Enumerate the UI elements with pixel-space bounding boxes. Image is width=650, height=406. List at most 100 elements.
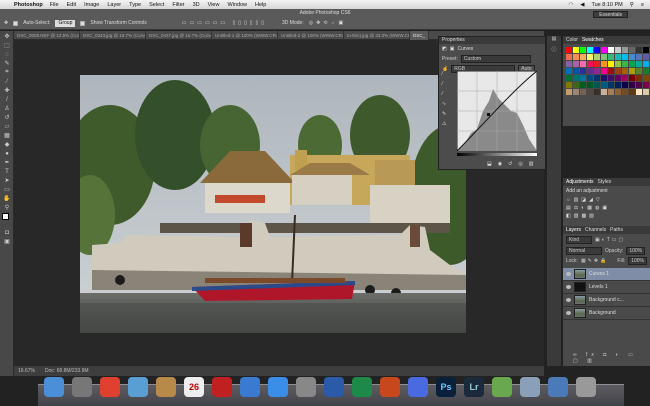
swatch-color[interactable]: [580, 47, 586, 53]
layer-visibility-icon[interactable]: [566, 298, 571, 302]
chrome-icon[interactable]: [100, 377, 120, 397]
swatch-color[interactable]: [615, 89, 621, 95]
curve-point-icon[interactable]: ∿: [442, 101, 446, 107]
help-icon[interactable]: [408, 377, 428, 397]
layer-visibility-icon[interactable]: [566, 272, 571, 276]
swatch-color[interactable]: [580, 75, 586, 81]
visibility-icon[interactable]: ◎: [518, 161, 522, 167]
menu-view[interactable]: View: [208, 2, 220, 8]
tab-document-5[interactable]: Untitled-2 @ 100% (WWW.CRAFT...: [278, 31, 344, 40]
swatch-color[interactable]: [601, 47, 607, 53]
view-previous-icon[interactable]: ◉: [498, 161, 502, 167]
swatch-color[interactable]: [573, 47, 579, 53]
path-select-icon[interactable]: ➤: [3, 177, 11, 184]
blur-tool-icon[interactable]: ◆: [3, 141, 11, 148]
swatch-color[interactable]: [643, 47, 649, 53]
layer-row[interactable]: Curves 1: [563, 268, 650, 281]
layer-name[interactable]: Background c...: [589, 297, 624, 303]
swatch-color[interactable]: [622, 75, 628, 81]
histogram-warning-icon[interactable]: ⚠: [442, 121, 446, 127]
swatch-color[interactable]: [615, 54, 621, 60]
swatch-color[interactable]: [615, 68, 621, 74]
marquee-tool-icon[interactable]: ⬚: [3, 42, 11, 49]
tab-paths[interactable]: Paths: [610, 226, 623, 234]
itunes-icon[interactable]: [240, 377, 260, 397]
swatch-color[interactable]: [580, 68, 586, 74]
search-icon[interactable]: ⚲: [630, 2, 634, 8]
swatch-color[interactable]: [587, 75, 593, 81]
layer-row[interactable]: Background: [563, 307, 650, 320]
app-store-icon[interactable]: [268, 377, 288, 397]
swatch-color[interactable]: [629, 89, 635, 95]
menu-file[interactable]: File: [50, 2, 59, 8]
swatch-color[interactable]: [636, 54, 642, 60]
swatch-color[interactable]: [573, 61, 579, 67]
swatch-color[interactable]: [643, 54, 649, 60]
finder-icon[interactable]: [44, 377, 64, 397]
curve-pencil-icon[interactable]: ✎: [442, 111, 446, 117]
eyedropper-white-icon[interactable]: ⁄: [442, 91, 446, 97]
wifi-icon[interactable]: ◠: [568, 2, 573, 8]
mask-icon[interactable]: ▣: [450, 46, 455, 52]
type-tool-icon[interactable]: T: [3, 168, 11, 175]
menu-help[interactable]: Help: [255, 2, 266, 8]
swatch-color[interactable]: [636, 75, 642, 81]
swatch-color[interactable]: [566, 54, 572, 60]
swatch-color[interactable]: [629, 61, 635, 67]
tab-document-6[interactable]: to-thin).jpg @ 33.3% (WWW.CRAFT...: [344, 31, 410, 40]
menu-app-name[interactable]: Photoshop: [14, 2, 43, 8]
layer-row[interactable]: Background c...: [563, 294, 650, 307]
swatch-color[interactable]: [566, 47, 572, 53]
tab-swatches[interactable]: Swatches: [582, 36, 604, 44]
swatch-color[interactable]: [629, 47, 635, 53]
swatch-color[interactable]: [643, 82, 649, 88]
swatch-color[interactable]: [608, 54, 614, 60]
new-layer-icon[interactable]: ▢: [573, 358, 582, 364]
history-brush-icon[interactable]: ↺: [3, 114, 11, 121]
lock-icons[interactable]: ▦✎✥🔒: [581, 258, 608, 264]
swatch-color[interactable]: [594, 82, 600, 88]
evernote-icon[interactable]: [492, 377, 512, 397]
swatch-color[interactable]: [566, 61, 572, 67]
document-image[interactable]: [80, 75, 466, 333]
calendar-icon[interactable]: 26: [184, 377, 204, 397]
clone-stamp-icon[interactable]: ♙: [3, 105, 11, 112]
swatch-color[interactable]: [636, 82, 642, 88]
swatch-color[interactable]: [580, 61, 586, 67]
photo-booth-icon[interactable]: [212, 377, 232, 397]
swatch-color[interactable]: [622, 54, 628, 60]
menu-filter[interactable]: Filter: [172, 2, 184, 8]
swatch-color[interactable]: [615, 61, 621, 67]
blend-mode-dropdown[interactable]: Normal: [566, 247, 602, 255]
swatch-color[interactable]: [566, 89, 572, 95]
new-adjustment-icon[interactable]: ◐: [616, 352, 623, 358]
swatch-color[interactable]: [566, 82, 572, 88]
eyedropper-gray-icon[interactable]: ⁄: [442, 81, 446, 87]
swatch-color[interactable]: [587, 61, 593, 67]
eyedropper-black-icon[interactable]: ⁄: [442, 71, 446, 77]
swatch-color[interactable]: [601, 68, 607, 74]
swatch-color[interactable]: [636, 68, 642, 74]
launchpad-icon[interactable]: [72, 377, 92, 397]
tab-styles[interactable]: Styles: [598, 178, 612, 186]
layer-name[interactable]: Levels 1: [589, 284, 608, 290]
swatch-color[interactable]: [587, 54, 593, 60]
mail-icon[interactable]: [128, 377, 148, 397]
dodge-tool-icon[interactable]: ●: [3, 150, 11, 157]
swatch-color[interactable]: [636, 61, 642, 67]
swatch-color[interactable]: [629, 82, 635, 88]
menu-select[interactable]: Select: [149, 2, 164, 8]
move-tool-icon[interactable]: ✥: [3, 33, 11, 40]
color-picker[interactable]: [0, 213, 13, 227]
lasso-tool-icon[interactable]: ◌: [3, 51, 11, 58]
powerpoint-icon[interactable]: [380, 377, 400, 397]
layer-kind-dropdown[interactable]: Kind: [566, 236, 592, 244]
swatch-color[interactable]: [608, 68, 614, 74]
tab-document-active[interactable]: DSC_: [410, 31, 430, 40]
tab-color[interactable]: Color: [566, 36, 578, 44]
doc-size[interactable]: Doc: 68.8M/233.9M: [45, 368, 89, 374]
photoshop-icon[interactable]: Ps: [436, 377, 456, 397]
layer-thumbnail[interactable]: [574, 295, 586, 305]
swatch-color[interactable]: [643, 68, 649, 74]
contacts-icon[interactable]: [156, 377, 176, 397]
